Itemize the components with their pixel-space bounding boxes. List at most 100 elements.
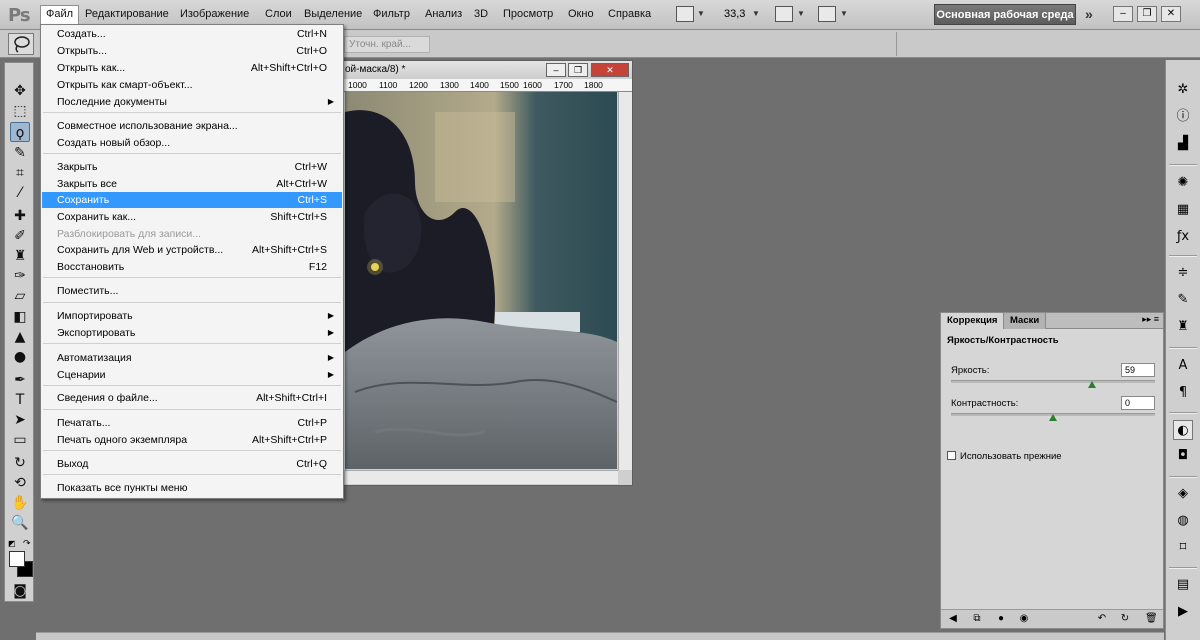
menu-item-export[interactable]: Экспортировать ▶: [42, 325, 342, 341]
reset-icon[interactable]: ↻: [1119, 613, 1131, 625]
menu-item-import[interactable]: Импортировать ▶: [42, 308, 342, 324]
menu-item-automate[interactable]: Автоматизация ▶: [42, 350, 342, 366]
paths-icon[interactable]: ⌑: [1173, 538, 1193, 558]
quick-select-tool-icon[interactable]: ✎: [10, 143, 30, 163]
path-select-tool-icon[interactable]: ➤: [10, 410, 30, 430]
zoom-tool-icon[interactable]: 🔍: [10, 513, 30, 533]
menu-select[interactable]: Выделение: [304, 8, 362, 20]
canvas-image[interactable]: [345, 92, 617, 469]
delete-icon[interactable]: 🗑: [1145, 613, 1158, 625]
histogram-icon[interactable]: ▟: [1173, 134, 1193, 154]
clip-layer-icon[interactable]: ●: [995, 613, 1007, 625]
clone-source-icon[interactable]: ♜: [1173, 317, 1193, 337]
menu-item-show-all[interactable]: Показать все пункты меню: [42, 480, 342, 496]
menu-view[interactable]: Просмотр: [503, 8, 553, 20]
restore-icon[interactable]: ❐: [1137, 6, 1157, 22]
pen-tool-icon[interactable]: ✒: [10, 370, 30, 390]
menu-item-place[interactable]: Поместить...: [42, 283, 342, 299]
eraser-tool-icon[interactable]: ▱: [10, 286, 30, 306]
menu-item-new[interactable]: Создать... Ctrl+N: [42, 26, 342, 42]
zoom-level[interactable]: 33,3: [724, 8, 745, 20]
chevron-down-icon[interactable]: ▼: [797, 9, 805, 18]
menu-analysis[interactable]: Анализ: [425, 8, 462, 20]
screen-mode-icon[interactable]: [676, 6, 694, 22]
chevron-down-icon[interactable]: ▼: [697, 9, 705, 18]
menu-item-file-info[interactable]: Сведения о файле... Alt+Shift+Ctrl+I: [42, 390, 342, 406]
document-title[interactable]: ой-маска/8) *: [341, 61, 632, 79]
refine-edge-button[interactable]: Уточн. край...: [344, 36, 430, 53]
menu-item-new-review[interactable]: Создать новый обзор...: [42, 135, 342, 151]
menu-item-print-one-copy[interactable]: Печать одного экземпляра Alt+Shift+Ctrl+P: [42, 432, 342, 448]
move-tool-icon[interactable]: ✥: [10, 81, 30, 101]
healing-brush-tool-icon[interactable]: ✚: [10, 206, 30, 226]
vertical-scrollbar[interactable]: [618, 92, 632, 470]
menu-item-open-smart-object[interactable]: Открыть как смарт-объект...: [42, 77, 342, 93]
channels-icon[interactable]: ◍: [1173, 511, 1193, 531]
more-workspaces-icon[interactable]: »: [1085, 6, 1093, 22]
menu-edit[interactable]: Редактирование: [85, 8, 169, 20]
brush-presets-icon[interactable]: ≑: [1173, 263, 1193, 283]
color-icon[interactable]: ✺: [1173, 173, 1193, 193]
doc-restore-icon[interactable]: ❐: [568, 63, 588, 77]
info-icon[interactable]: ⓘ: [1173, 107, 1193, 127]
eyedropper-tool-icon[interactable]: ⁄: [10, 183, 30, 203]
doc-close-icon[interactable]: ✕: [591, 63, 629, 77]
menu-item-close-all[interactable]: Закрыть все Alt+Ctrl+W: [42, 176, 342, 192]
tab-masks[interactable]: Маски: [1004, 313, 1047, 329]
quick-mask-icon[interactable]: ◙: [10, 581, 30, 601]
menu-item-open[interactable]: Открыть... Ctrl+O: [42, 43, 342, 59]
lasso-tool-icon[interactable]: ϙ: [10, 122, 30, 142]
workspace-button[interactable]: Основная рабочая среда: [934, 4, 1076, 25]
shape-tool-icon[interactable]: ▭: [10, 430, 30, 450]
gradient-tool-icon[interactable]: ◧: [10, 307, 30, 327]
menu-window[interactable]: Окно: [568, 8, 594, 20]
contrast-slider-thumb[interactable]: [1049, 414, 1057, 421]
previous-state-icon[interactable]: ↶: [1096, 613, 1108, 625]
contrast-field[interactable]: 0: [1121, 396, 1155, 410]
menu-item-save[interactable]: Сохранить Ctrl+S: [42, 192, 342, 208]
default-colors-icon[interactable]: ◩: [8, 539, 16, 548]
menu-filter[interactable]: Фильтр: [373, 8, 410, 20]
masks-icon[interactable]: ◘: [1173, 446, 1193, 466]
layers-icon[interactable]: ◈: [1173, 484, 1193, 504]
menu-item-save-as[interactable]: Сохранить как... Shift+Ctrl+S: [42, 209, 342, 225]
paragraph-icon[interactable]: ¶: [1173, 383, 1193, 403]
switch-colors-icon[interactable]: ↷: [23, 538, 31, 549]
character-icon[interactable]: A: [1173, 356, 1193, 376]
hand-tool-icon[interactable]: ✋: [10, 493, 30, 513]
menu-item-exit[interactable]: Выход Ctrl+Q: [42, 456, 342, 472]
menu-help[interactable]: Справка: [608, 8, 651, 20]
marquee-tool-icon[interactable]: ⬚: [10, 101, 30, 121]
navigator-icon[interactable]: ✲: [1173, 80, 1193, 100]
3d-rotate-tool-icon[interactable]: ↻: [10, 453, 30, 473]
foreground-color-swatch[interactable]: [9, 551, 25, 567]
use-legacy-checkbox[interactable]: [947, 451, 956, 460]
dodge-tool-icon[interactable]: ●: [10, 347, 30, 367]
close-icon[interactable]: ✕: [1161, 6, 1181, 22]
brush-icon[interactable]: ✎: [1173, 290, 1193, 310]
screen-view-icon[interactable]: [818, 6, 836, 22]
menu-item-share-screen[interactable]: Совместное использование экрана...: [42, 118, 342, 134]
menu-layers[interactable]: Слои: [265, 8, 292, 20]
menu-item-open-as[interactable]: Открыть как... Alt+Shift+Ctrl+O: [42, 60, 342, 76]
lasso-preset-icon[interactable]: [8, 33, 34, 55]
horizontal-scrollbar[interactable]: [345, 470, 618, 484]
swatches-icon[interactable]: ▦: [1173, 200, 1193, 220]
history-icon[interactable]: ▤: [1173, 575, 1193, 595]
visibility-icon[interactable]: ◉: [1018, 613, 1030, 625]
menu-3d[interactable]: 3D: [474, 8, 488, 20]
chevron-down-icon[interactable]: ▼: [840, 9, 848, 18]
adjustments-icon[interactable]: ◐: [1173, 420, 1193, 440]
brush-tool-icon[interactable]: ✐: [10, 226, 30, 246]
menu-image[interactable]: Изображение: [180, 8, 249, 20]
menu-item-save-for-web[interactable]: Сохранить для Web и устройств... Alt+Shif…: [42, 242, 342, 258]
expand-view-icon[interactable]: ⧉: [971, 613, 983, 625]
arrange-documents-icon[interactable]: [775, 6, 793, 22]
chevron-down-icon[interactable]: ▼: [752, 9, 760, 18]
styles-icon[interactable]: ƒx: [1173, 227, 1193, 247]
history-brush-tool-icon[interactable]: ✑: [10, 266, 30, 286]
stamp-tool-icon[interactable]: ♜: [10, 246, 30, 266]
doc-minimize-icon[interactable]: –: [546, 63, 566, 77]
actions-icon[interactable]: ▶: [1173, 602, 1193, 622]
crop-tool-icon[interactable]: ⌗: [10, 163, 30, 183]
